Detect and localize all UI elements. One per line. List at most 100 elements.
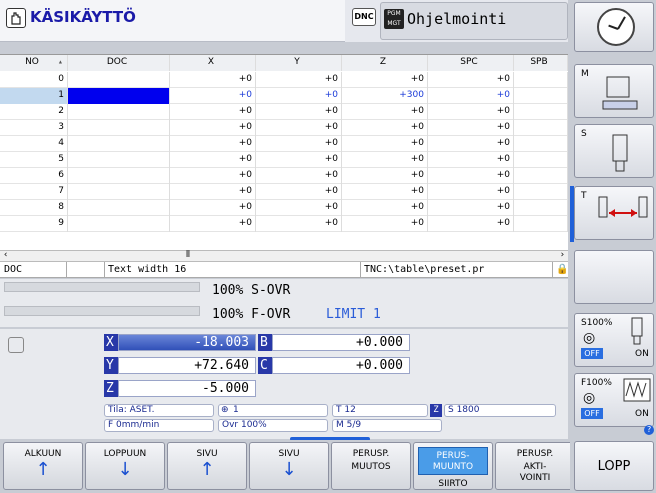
cell-no[interactable]: 5 <box>0 152 68 168</box>
cell-z[interactable]: +0 <box>342 104 428 120</box>
softkey-7[interactable]: PERUSP. AKTI- VOINTI <box>495 442 575 490</box>
column-header-x[interactable]: X <box>170 55 256 71</box>
softkey-3[interactable]: SIVU ↑ <box>167 442 247 490</box>
cell-doc[interactable] <box>68 200 170 216</box>
cell-spc[interactable]: +0 <box>428 200 514 216</box>
cell-y[interactable]: +0 <box>256 72 342 88</box>
cell-x[interactable]: +0 <box>170 104 256 120</box>
cell-x[interactable]: +0 <box>170 136 256 152</box>
cell-spb[interactable] <box>514 136 568 152</box>
lopp-softkey[interactable]: LOPP <box>574 441 654 491</box>
cell-spc[interactable]: +0 <box>428 168 514 184</box>
column-header-spc[interactable]: SPC <box>428 55 514 71</box>
cell-y[interactable]: +0 <box>256 120 342 136</box>
cell-x[interactable]: +0 <box>170 216 256 232</box>
cell-spb[interactable] <box>514 152 568 168</box>
cell-y[interactable]: +0 <box>256 152 342 168</box>
m-function-button[interactable]: M <box>574 64 654 118</box>
cell-spb[interactable] <box>514 168 568 184</box>
programming-mode-panel[interactable]: PGM MGT Ohjelmointi <box>380 2 568 40</box>
cell-y[interactable]: +0 <box>256 104 342 120</box>
table-row[interactable]: 0 +0 +0 +0 +0 <box>0 72 568 88</box>
cell-y[interactable]: +0 <box>256 184 342 200</box>
cell-z[interactable]: +0 <box>342 200 428 216</box>
cell-doc[interactable] <box>68 72 170 88</box>
cell-doc[interactable] <box>68 136 170 152</box>
cell-z[interactable]: +0 <box>342 216 428 232</box>
scroll-thumb-icon[interactable]: ⦀ <box>186 250 190 260</box>
column-header-doc[interactable]: DOC <box>68 55 170 71</box>
softkey-1[interactable]: ALKUUN ↑ <box>3 442 83 490</box>
column-header-y[interactable]: Y <box>256 55 342 71</box>
table-row[interactable]: 9 +0 +0 +0 +0 <box>0 216 568 232</box>
cell-doc[interactable] <box>68 104 170 120</box>
cell-doc[interactable] <box>68 88 170 104</box>
column-header-z[interactable]: Z <box>342 55 428 71</box>
cell-z[interactable]: +0 <box>342 120 428 136</box>
softkey-5[interactable]: PERUSP. MUUTOS <box>331 442 411 490</box>
table-row[interactable]: 1 +0 +0 +300 +0 <box>0 88 568 104</box>
table-row[interactable]: 4 +0 +0 +0 +0 <box>0 136 568 152</box>
cell-no[interactable]: 0 <box>0 72 68 88</box>
table-row[interactable]: 2 +0 +0 +0 +0 <box>0 104 568 120</box>
cell-spc[interactable]: +0 <box>428 72 514 88</box>
cell-doc[interactable] <box>68 120 170 136</box>
cell-x[interactable]: +0 <box>170 200 256 216</box>
cell-x[interactable]: +0 <box>170 152 256 168</box>
spindle-override-button[interactable]: S100% OFF ON ◎ <box>574 313 654 367</box>
table-row[interactable]: 8 +0 +0 +0 +0 <box>0 200 568 216</box>
cell-spc[interactable]: +0 <box>428 88 514 104</box>
cell-spc[interactable]: +0 <box>428 184 514 200</box>
cell-y[interactable]: +0 <box>256 88 342 104</box>
cell-y[interactable]: +0 <box>256 200 342 216</box>
cell-spc[interactable]: +0 <box>428 216 514 232</box>
cell-no[interactable]: 7 <box>0 184 68 200</box>
cell-doc[interactable] <box>68 184 170 200</box>
preset-table[interactable]: NO DOC X Y Z SPC SPB 0 +0 +0 +0 +0 1 +0 +0 +300 +0 2 +0 +0 +… <box>0 54 568 250</box>
cell-z[interactable]: +0 <box>342 136 428 152</box>
cell-spb[interactable] <box>514 216 568 232</box>
cell-x[interactable]: +0 <box>170 120 256 136</box>
cell-spb[interactable] <box>514 120 568 136</box>
table-row[interactable]: 5 +0 +0 +0 +0 <box>0 152 568 168</box>
cell-x[interactable]: +0 <box>170 88 256 104</box>
cell-y[interactable]: +0 <box>256 136 342 152</box>
cell-y[interactable]: +0 <box>256 216 342 232</box>
position-mode-icon[interactable] <box>8 337 24 353</box>
scroll-left-icon[interactable]: ‹ <box>3 250 8 260</box>
cell-doc[interactable] <box>68 216 170 232</box>
table-row[interactable]: 3 +0 +0 +0 +0 <box>0 120 568 136</box>
cell-spc[interactable]: +0 <box>428 104 514 120</box>
cell-x[interactable]: +0 <box>170 184 256 200</box>
cell-y[interactable]: +0 <box>256 168 342 184</box>
table-row[interactable]: 6 +0 +0 +0 +0 <box>0 168 568 184</box>
cell-no[interactable]: 1 <box>0 88 68 104</box>
cell-z[interactable]: +0 <box>342 152 428 168</box>
cell-z[interactable]: +0 <box>342 168 428 184</box>
column-header-spb[interactable]: SPB <box>514 55 568 71</box>
cell-spc[interactable]: +0 <box>428 120 514 136</box>
cell-no[interactable]: 6 <box>0 168 68 184</box>
cell-doc[interactable] <box>68 152 170 168</box>
softkey-2[interactable]: LOPPUUN ↓ <box>85 442 165 490</box>
softkey-4[interactable]: SIVU ↓ <box>249 442 329 490</box>
softkey-6[interactable]: PERUS- MUUNTO SIIRTO <box>413 442 493 490</box>
cell-spb[interactable] <box>514 72 568 88</box>
cell-x[interactable]: +0 <box>170 168 256 184</box>
cell-no[interactable]: 4 <box>0 136 68 152</box>
cell-spb[interactable] <box>514 200 568 216</box>
cell-spb[interactable] <box>514 184 568 200</box>
feed-override-button[interactable]: F100% OFF ON ◎ <box>574 373 654 427</box>
cell-no[interactable]: 3 <box>0 120 68 136</box>
scroll-right-icon[interactable]: › <box>560 250 565 260</box>
cell-z[interactable]: +0 <box>342 72 428 88</box>
cell-spb[interactable] <box>514 104 568 120</box>
cell-z[interactable]: +0 <box>342 184 428 200</box>
cell-no[interactable]: 2 <box>0 104 68 120</box>
cell-z[interactable]: +300 <box>342 88 428 104</box>
t-tool-button[interactable]: T <box>574 186 654 240</box>
cell-spc[interactable]: +0 <box>428 152 514 168</box>
table-row[interactable]: 7 +0 +0 +0 +0 <box>0 184 568 200</box>
cell-doc[interactable] <box>68 168 170 184</box>
horizontal-scrollbar[interactable]: ‹ ⦀ › <box>0 250 568 262</box>
